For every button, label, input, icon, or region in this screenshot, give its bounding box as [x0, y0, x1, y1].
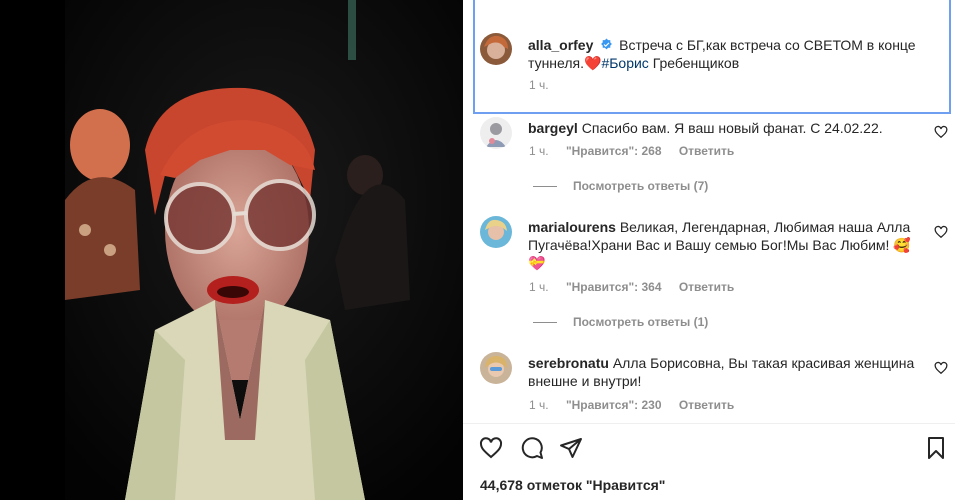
comment-avatar[interactable] — [480, 117, 512, 149]
comment-like-icon[interactable] — [934, 125, 948, 139]
avatar-image — [480, 216, 512, 248]
likes-count[interactable]: 44,678 отметок "Нравится" — [480, 477, 665, 493]
avatar-image — [480, 117, 512, 149]
video-frame[interactable] — [65, 0, 463, 500]
send-icon[interactable] — [559, 436, 583, 460]
comment-body: serebronatu Алла Борисовна, Вы такая кра… — [528, 354, 923, 390]
comment-avatar[interactable] — [480, 352, 512, 384]
comment-meta: 1 ч. "Нравится": 230 Ответить — [529, 398, 748, 412]
view-replies-label: Посмотреть ответы (7) — [573, 179, 709, 193]
comment-body: marialourens Великая, Легендарная, Любим… — [528, 218, 923, 272]
caption-text-end: Гребенщиков — [648, 55, 740, 71]
comment-avatar[interactable] — [480, 216, 512, 248]
comment-likes[interactable]: "Нравится": 364 — [566, 280, 662, 294]
author-username[interactable]: alla_orfey — [528, 37, 593, 53]
comment-time: 1 ч. — [529, 398, 549, 412]
reply-button[interactable]: Ответить — [679, 398, 734, 412]
view-replies-button[interactable]: Посмотреть ответы (1) — [533, 315, 708, 329]
comment-username[interactable]: bargeyl — [528, 120, 578, 136]
comment-icon[interactable] — [520, 436, 544, 460]
comment-username[interactable]: serebronatu — [528, 355, 609, 371]
comment-text: Спасибо вам. Я ваш новый фанат. С 24.02.… — [581, 120, 883, 136]
avatar-image — [480, 352, 512, 384]
comment-like-icon[interactable] — [934, 361, 948, 375]
divider-line — [533, 185, 557, 187]
divider-line — [533, 321, 557, 323]
comment-like-icon[interactable] — [934, 225, 948, 239]
view-replies-button[interactable]: Посмотреть ответы (7) — [533, 179, 708, 193]
comment-time: 1 ч. — [529, 144, 549, 158]
heart-icon[interactable] — [479, 436, 503, 460]
reply-button[interactable]: Ответить — [679, 144, 734, 158]
comment-meta: 1 ч. "Нравится": 268 Ответить — [529, 144, 748, 158]
post-caption: alla_orfey Встреча с БГ,как встреча со С… — [528, 36, 948, 72]
comment-time: 1 ч. — [529, 280, 549, 294]
author-avatar[interactable] — [480, 33, 512, 65]
caption-time: 1 ч. — [529, 78, 549, 92]
comment-meta: 1 ч. "Нравится": 364 Ответить — [529, 280, 748, 294]
post-side-panel: alla_orfey Встреча с БГ,как встреча со С… — [463, 0, 955, 500]
video-still — [65, 0, 463, 500]
reply-button[interactable]: Ответить — [679, 280, 734, 294]
hashtag-link[interactable]: #Борис — [601, 55, 648, 71]
comment-likes[interactable]: "Нравится": 268 — [566, 144, 662, 158]
post-media — [0, 0, 463, 500]
avatar-image — [480, 33, 512, 65]
comment-username[interactable]: marialourens — [528, 219, 616, 235]
bookmark-icon[interactable] — [924, 436, 948, 460]
actions-divider — [463, 423, 955, 424]
verified-badge-icon — [601, 38, 613, 50]
view-replies-label: Посмотреть ответы (1) — [573, 315, 709, 329]
comment-body: bargeyl Спасибо вам. Я ваш новый фанат. … — [528, 119, 923, 137]
comment-likes[interactable]: "Нравится": 230 — [566, 398, 662, 412]
